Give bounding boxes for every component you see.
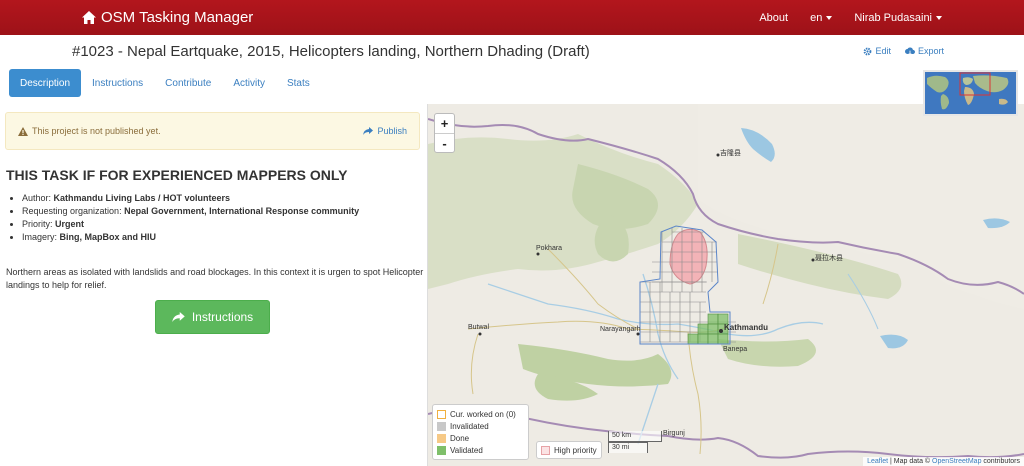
tab-description[interactable]: Description (9, 69, 82, 97)
task-legend: Cur. worked on (0) Invalidated Done Vali… (432, 404, 529, 460)
cloud-download-icon (904, 46, 915, 55)
navbar-right: About en Nirab Pudasaini (737, 0, 942, 35)
brand-title: OSM Tasking Manager (101, 9, 254, 26)
list-item: Requesting organization: Nepal Governmen… (22, 205, 417, 217)
alert-message: This project is not published yet. (18, 126, 161, 136)
legend-label: Validated (450, 445, 483, 455)
user-name: Nirab Pudasaini (854, 11, 932, 24)
legend-item: Validated (437, 444, 524, 456)
home-icon (82, 11, 96, 24)
top-navbar: OSM Tasking Manager About en Nirab Pudas… (0, 0, 1024, 35)
instructions-button[interactable]: Instructions (155, 300, 270, 334)
place-kathmandu: Kathmandu (724, 323, 768, 332)
legend-item: Done (437, 432, 524, 444)
description-panel: This project is not published yet. Publi… (0, 104, 428, 466)
unpublished-alert: This project is not published yet. Publi… (5, 112, 420, 150)
org-value: Nepal Government, International Response… (124, 206, 360, 216)
edit-button[interactable]: Edit (863, 46, 891, 56)
place-nyalam: 聂拉木县 (815, 255, 843, 262)
about-link[interactable]: About (759, 12, 788, 24)
place-banepa: Banepa (723, 346, 748, 353)
caret-down-icon (936, 15, 942, 20)
share-arrow-icon (363, 127, 374, 135)
place-birgunj: Birgunj (663, 430, 685, 437)
tab-contribute[interactable]: Contribute (154, 69, 222, 97)
alert-text: This project is not published yet. (32, 126, 161, 136)
warning-icon (18, 126, 28, 136)
edit-label: Edit (875, 46, 891, 56)
leaflet-link[interactable]: Leaflet (867, 458, 888, 465)
author-value: Kathmandu Living Labs / HOT volunteers (53, 193, 231, 203)
place-pokhara: Pokhara (536, 245, 563, 252)
description-heading: THIS TASK IF FOR EXPERIENCED MAPPERS ONL… (6, 167, 348, 183)
priority-label: Priority: (22, 219, 53, 229)
imagery-label: Imagery: (22, 232, 58, 242)
validated-cells (687, 313, 729, 345)
brand-link[interactable]: OSM Tasking Manager (82, 0, 253, 35)
tab-instructions[interactable]: Instructions (81, 69, 154, 97)
legend-swatch-worked (437, 409, 446, 419)
scale-mi: 30 mi (608, 442, 648, 453)
place-jilong: 吉隆县 (720, 150, 741, 157)
publish-label: Publish (377, 126, 407, 136)
language-dropdown[interactable]: en (810, 11, 833, 24)
author-label: Author: (22, 193, 52, 203)
task-map[interactable]: Kathmandu Pokhara Butwal Narayangarh Ban… (428, 104, 1024, 466)
export-label: Export (917, 46, 944, 56)
user-menu[interactable]: Nirab Pudasaini (854, 12, 942, 24)
legend-item: Cur. worked on (0) (437, 408, 524, 420)
instructions-button-label: Instructions (191, 310, 254, 324)
attribution-text: contributors (981, 458, 1020, 465)
scale-km: 50 km (608, 431, 662, 442)
tab-stats[interactable]: Stats (276, 69, 321, 97)
caret-down-icon (826, 15, 833, 20)
export-button[interactable]: Export (904, 46, 944, 56)
map-scale: 50 km 30 mi (608, 431, 662, 453)
share-arrow-icon (172, 312, 185, 322)
list-item: Author: Kathmandu Living Labs / HOT volu… (22, 192, 417, 204)
map-attribution: Leaflet | Map data © OpenStreetMap contr… (863, 457, 1024, 466)
place-butwal: Butwal (468, 324, 490, 331)
list-item: Priority: Urgent (22, 218, 417, 230)
list-item: Imagery: Bing, MapBox and HIU (22, 231, 417, 243)
minimap-world-shapes (925, 72, 1016, 114)
attribution-text: | Map data © (888, 458, 933, 465)
place-narayangarh: Narayangarh (600, 326, 641, 333)
high-priority-label: High priority (554, 445, 597, 455)
high-priority-legend: High priority (536, 441, 602, 459)
zoom-in-button[interactable]: + (435, 114, 454, 133)
title-actions: Edit Export (849, 46, 944, 56)
description-body: Northern areas as isolated with landslid… (6, 267, 424, 290)
priority-value: Urgent (55, 219, 85, 229)
publish-link[interactable]: Publish (363, 126, 407, 136)
page-title: #1023 - Nepal Eartquake, 2015, Helicopte… (72, 43, 590, 60)
zoom-out-button[interactable]: - (435, 133, 454, 152)
project-details-list: Author: Kathmandu Living Labs / HOT volu… (22, 192, 417, 244)
legend-swatch-done (437, 433, 446, 443)
gear-icon (864, 47, 872, 55)
legend-label: Done (450, 433, 470, 443)
org-label: Requesting organization: (22, 206, 122, 216)
legend-swatch-validated (437, 445, 446, 455)
project-tabs: Description Instructions Contribute Acti… (9, 69, 321, 97)
legend-swatch-invalidated (437, 421, 446, 431)
openstreetmap-link[interactable]: OpenStreetMap (932, 458, 981, 465)
tab-activity[interactable]: Activity (222, 69, 276, 97)
legend-label: Cur. worked on (0) (450, 409, 516, 419)
language-label: en (810, 11, 823, 24)
zoom-control: + - (434, 113, 455, 153)
legend-item: Invalidated (437, 420, 524, 432)
legend-swatch-priority (541, 445, 550, 455)
world-minimap[interactable] (923, 70, 1018, 116)
imagery-value: Bing, MapBox and HIU (59, 232, 157, 242)
legend-label: Invalidated (450, 421, 489, 431)
